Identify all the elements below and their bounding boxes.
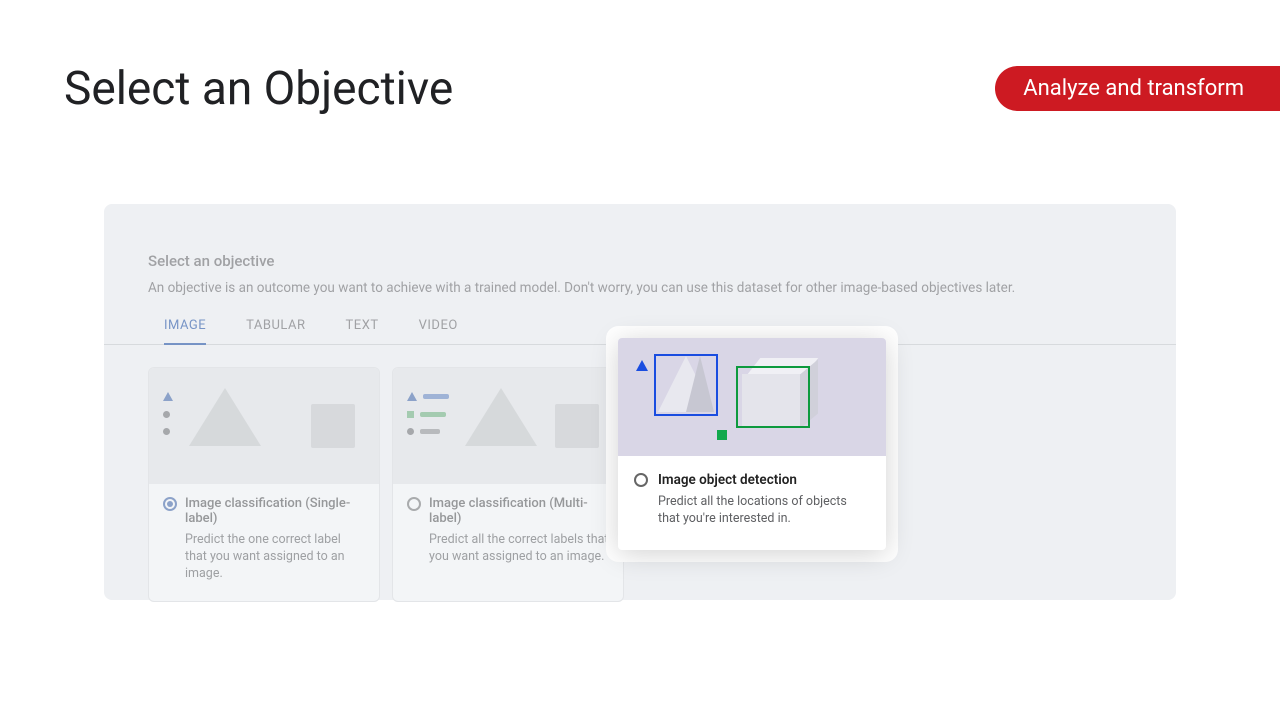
page-title: Select an Objective: [64, 62, 453, 116]
card-illustration: [618, 338, 886, 456]
tab-image[interactable]: IMAGE: [164, 318, 206, 345]
card-title: Image object detection: [658, 472, 797, 488]
triangle-icon: [163, 392, 173, 401]
radio-icon[interactable]: [407, 497, 421, 511]
card-title: Image classification (Multi-label): [429, 496, 609, 526]
radio-icon[interactable]: [163, 497, 177, 511]
bounding-box-icon: [736, 366, 810, 428]
square-icon: [407, 411, 414, 418]
dot-icon: [163, 428, 170, 435]
square-icon: [717, 430, 727, 440]
dialog-description: An objective is an outcome you want to a…: [148, 280, 1132, 296]
bounding-box-icon: [654, 354, 718, 416]
radio-icon[interactable]: [634, 473, 648, 487]
card-description: Predict all the locations of objects tha…: [658, 494, 870, 528]
card-illustration: [149, 368, 379, 484]
tab-text[interactable]: TEXT: [346, 318, 379, 345]
triangle-icon: [407, 392, 417, 401]
card-image-object-detection[interactable]: Image object detection Predict all the l…: [618, 338, 886, 550]
dialog-title: Select an objective: [148, 252, 1132, 270]
card-image-classification-single[interactable]: Image classification (Single-label) Pred…: [148, 367, 380, 602]
triangle-icon: [636, 360, 648, 371]
card-description: Predict all the correct labels that you …: [429, 532, 609, 566]
card-illustration: [393, 368, 623, 484]
dot-icon: [407, 428, 414, 435]
tab-video[interactable]: VIDEO: [419, 318, 458, 345]
dot-icon: [163, 411, 170, 418]
card-image-classification-multi[interactable]: Image classification (Multi-label) Predi…: [392, 367, 624, 602]
tab-tabular[interactable]: TABULAR: [246, 318, 305, 345]
card-description: Predict the one correct label that you w…: [185, 532, 365, 583]
card-title: Image classification (Single-label): [185, 496, 365, 526]
stage-banner: Analyze and transform: [995, 66, 1280, 111]
